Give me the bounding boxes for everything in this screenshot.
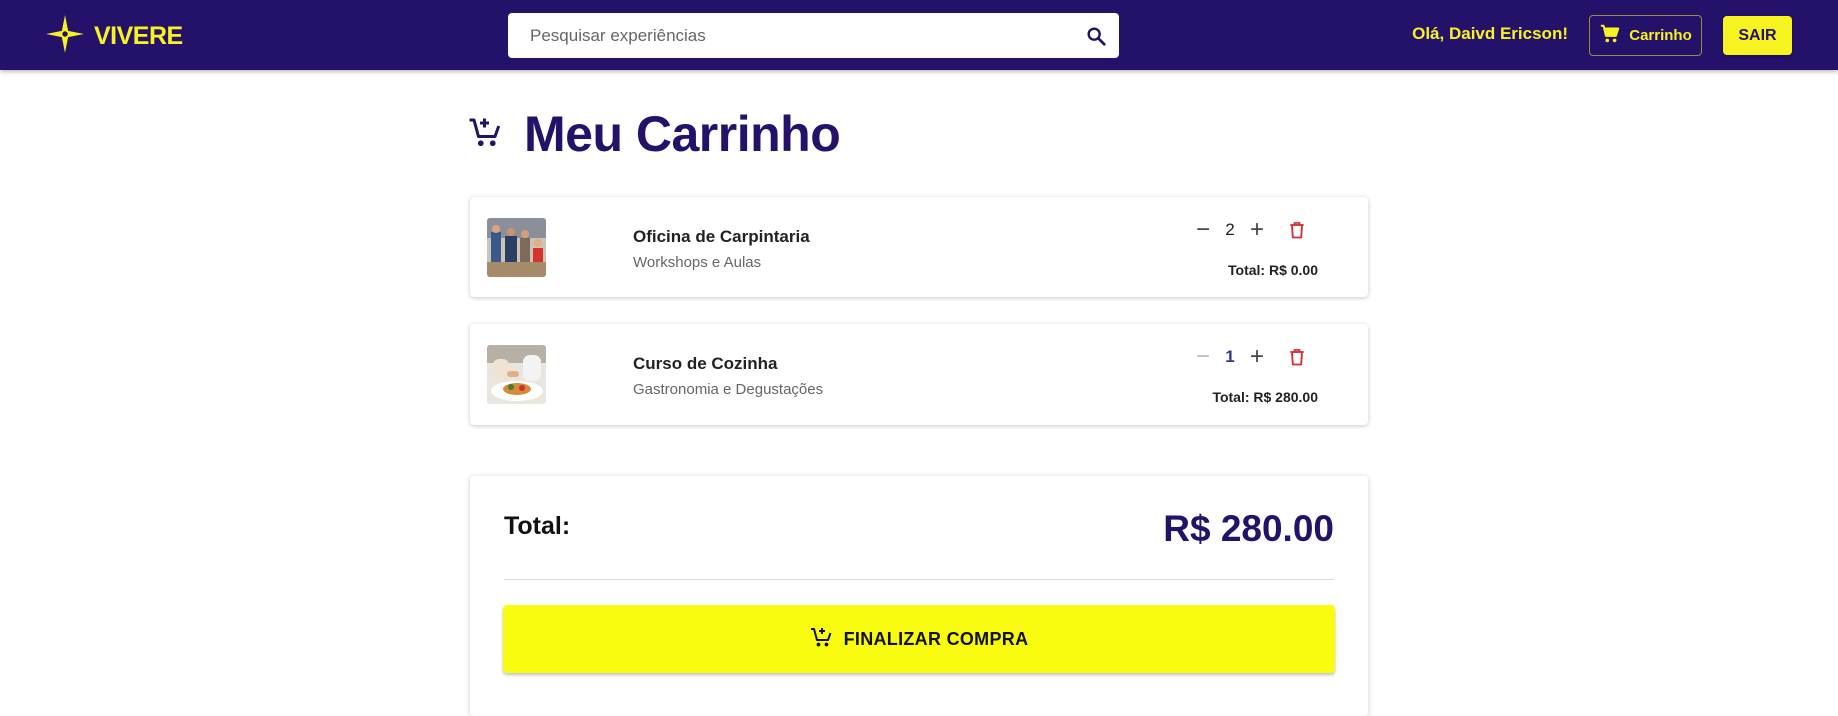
summary-total-label: Total: bbox=[504, 512, 571, 540]
page-heading: Meu Carrinho bbox=[468, 104, 841, 164]
plus-icon[interactable]: + bbox=[1244, 344, 1270, 370]
workshop-photo-thumbnail[interactable] bbox=[487, 218, 546, 277]
quantity-stepper: − 1 + bbox=[1190, 344, 1310, 370]
checkout-button[interactable]: FINALIZAR COMPRA bbox=[503, 605, 1335, 673]
shopping-cart-icon bbox=[1599, 23, 1629, 49]
checkout-button-label: FINALIZAR COMPRA bbox=[843, 628, 1029, 649]
quantity-value: 1 bbox=[1225, 347, 1235, 366]
search-input[interactable] bbox=[508, 13, 1068, 58]
brand-name: VIVERE bbox=[94, 21, 183, 50]
add-shopping-cart-icon bbox=[468, 114, 504, 155]
top-navbar: VIVERE Olá, Daivd Ericson! Carrinho SAIR bbox=[0, 0, 1838, 70]
item-name: Curso de Cozinha bbox=[633, 354, 778, 373]
plus-icon[interactable]: + bbox=[1244, 217, 1270, 243]
trash-icon[interactable] bbox=[1284, 344, 1310, 370]
quantity-stepper: − 2 + bbox=[1190, 217, 1310, 243]
item-category: Workshops e Aulas bbox=[633, 254, 762, 271]
minus-icon[interactable]: − bbox=[1190, 217, 1216, 243]
logout-button[interactable]: SAIR bbox=[1723, 16, 1792, 55]
cart-item: Curso de Cozinha Gastronomia e Degustaçõ… bbox=[470, 324, 1368, 425]
cooking-photo-thumbnail[interactable] bbox=[487, 345, 546, 404]
minus-icon[interactable]: − bbox=[1190, 344, 1216, 370]
order-summary: Total: R$ 280.00 FINALIZAR COMPRA bbox=[470, 476, 1368, 716]
user-greeting: Olá, Daivd Ericson! bbox=[1412, 24, 1568, 43]
summary-total-value: R$ 280.00 bbox=[1163, 508, 1334, 549]
trash-icon[interactable] bbox=[1284, 217, 1310, 243]
search-icon[interactable] bbox=[1083, 23, 1109, 49]
item-category: Gastronomia e Degustações bbox=[633, 381, 824, 398]
quantity-value: 2 bbox=[1225, 220, 1235, 239]
cart-button[interactable]: Carrinho bbox=[1589, 15, 1702, 56]
cart-button-label: Carrinho bbox=[1629, 27, 1692, 44]
cart-item: Oficina de Carpintaria Workshops e Aulas… bbox=[470, 197, 1368, 297]
item-total: Total: R$ 0.00 bbox=[1228, 262, 1318, 278]
item-total: Total: R$ 280.00 bbox=[1212, 389, 1318, 405]
page-title: Meu Carrinho bbox=[524, 106, 841, 162]
add-shopping-cart-icon bbox=[810, 625, 844, 654]
item-name: Oficina de Carpintaria bbox=[633, 227, 810, 246]
search-bar bbox=[508, 13, 1119, 58]
four-point-star-icon bbox=[44, 13, 86, 60]
brand-logo[interactable]: VIVERE bbox=[44, 13, 183, 60]
summary-divider bbox=[504, 579, 1334, 580]
